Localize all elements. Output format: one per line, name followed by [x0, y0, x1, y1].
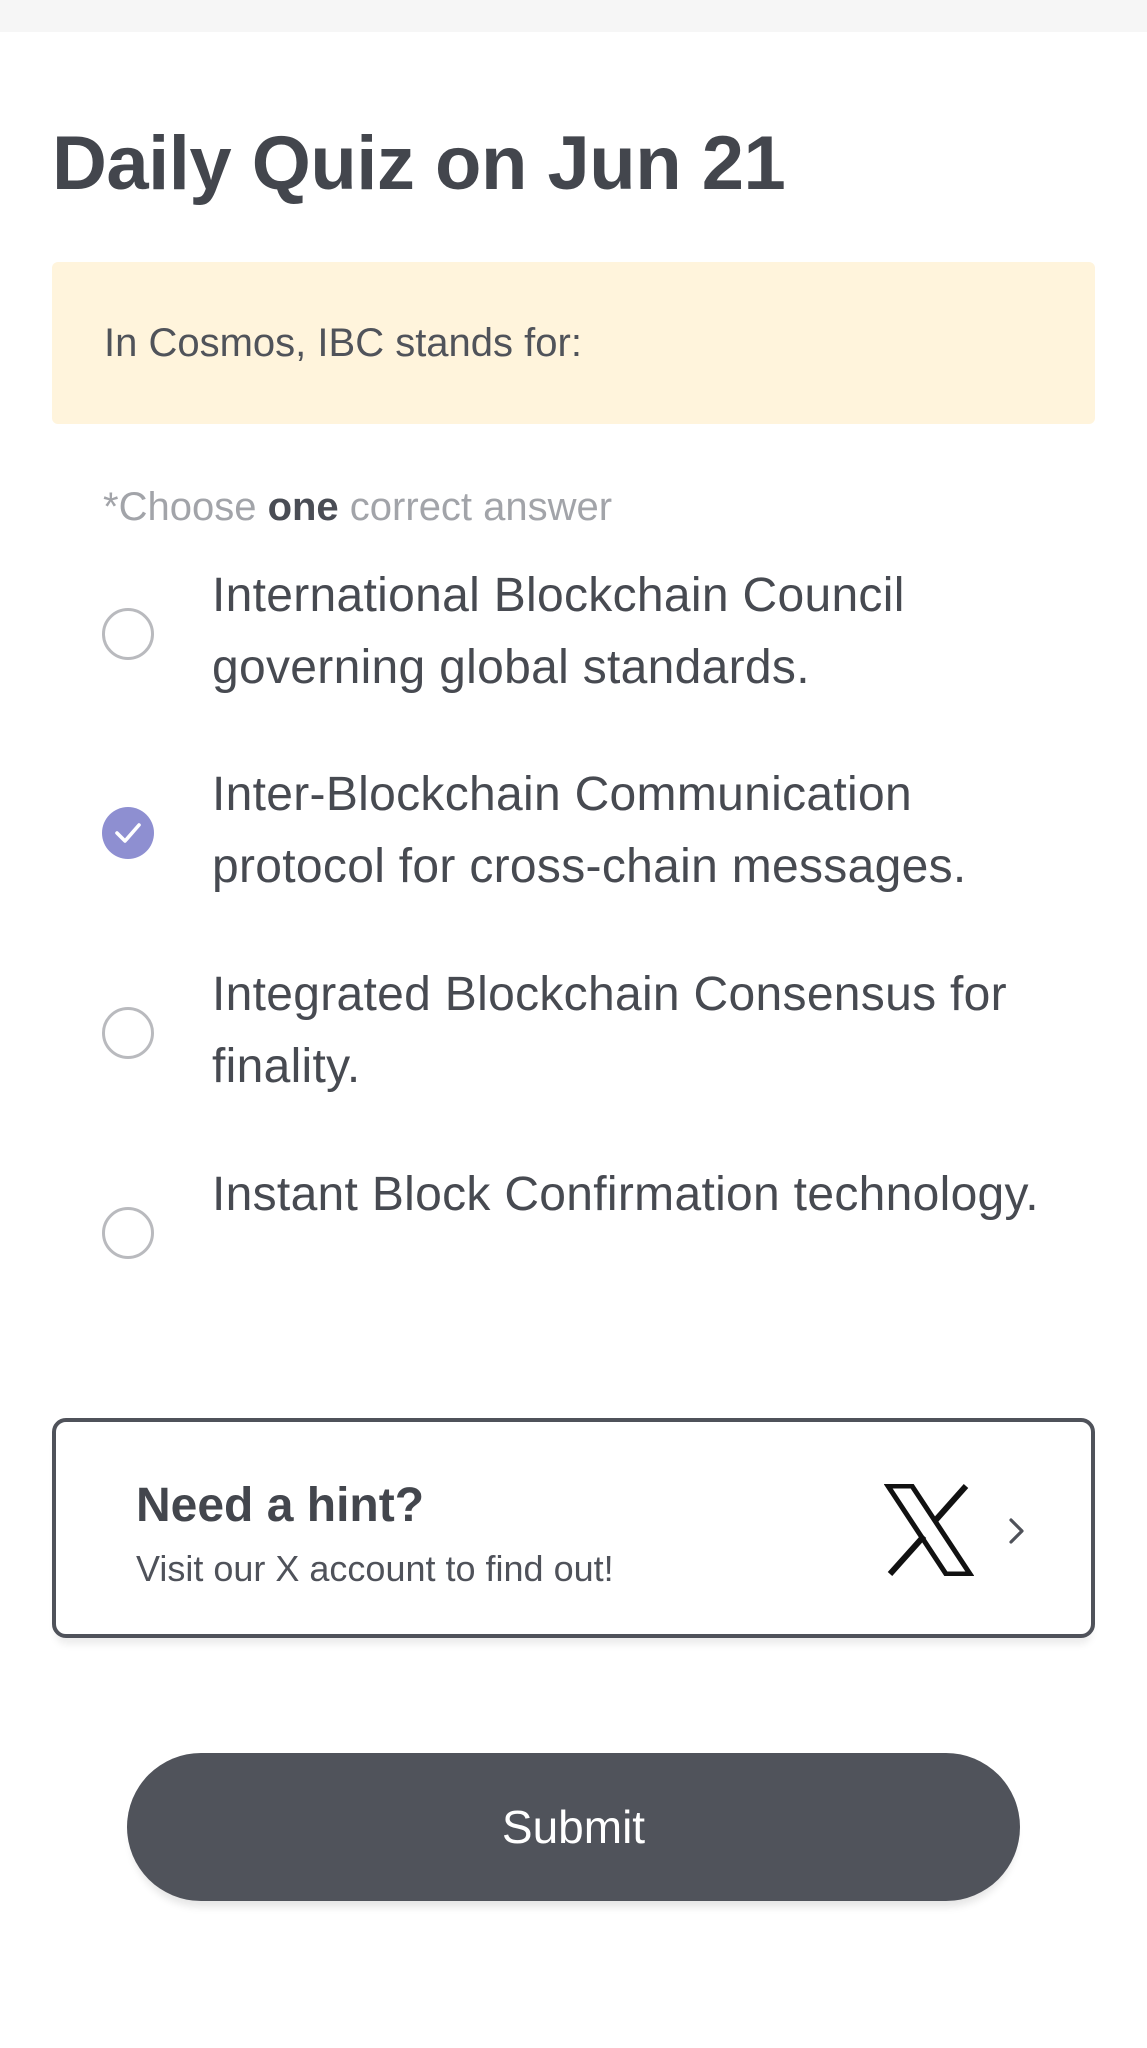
answer-option-label: Inter-Blockchain Communication protocol … [212, 768, 967, 893]
radio-unchecked-icon[interactable] [102, 608, 154, 660]
answer-option-label: International Blockchain Council governi… [212, 569, 905, 694]
answer-option-3[interactable]: Integrated Blockchain Consensus for fina… [100, 959, 1100, 1135]
checkmark-icon [115, 823, 141, 843]
x-logo-icon [884, 1484, 974, 1576]
question-text: In Cosmos, IBC stands for: [104, 320, 582, 365]
hint-card[interactable]: Need a hint? Visit our X account to find… [52, 1418, 1095, 1638]
radio-unchecked-icon[interactable] [102, 1207, 154, 1259]
submit-button[interactable]: Submit [127, 1753, 1020, 1901]
instructions-prefix: *Choose [103, 485, 268, 529]
answer-instructions: *Choose one correct answer [103, 480, 612, 534]
answer-option-2[interactable]: Inter-Blockchain Communication protocol … [100, 759, 1100, 935]
status-bar-strip [0, 0, 1147, 32]
hint-title: Need a hint? [136, 1479, 425, 1532]
answer-option-4[interactable]: Instant Block Confirmation technology. [100, 1159, 1100, 1335]
question-box: In Cosmos, IBC stands for: [52, 262, 1095, 424]
instructions-suffix: correct answer [338, 485, 613, 529]
answer-option-label: Integrated Blockchain Consensus for fina… [212, 968, 1007, 1093]
answer-option-label: Instant Block Confirmation technology. [212, 1168, 1039, 1221]
radio-unchecked-icon[interactable] [102, 1007, 154, 1059]
hint-subtitle: Visit our X account to find out! [136, 1548, 614, 1589]
radio-checked-icon[interactable] [102, 807, 154, 859]
answer-option-1[interactable]: International Blockchain Council governi… [100, 560, 1100, 736]
chevron-right-icon [1009, 1518, 1024, 1544]
instructions-emphasis: one [267, 485, 339, 529]
page-title: Daily Quiz on Jun 21 [52, 121, 786, 206]
